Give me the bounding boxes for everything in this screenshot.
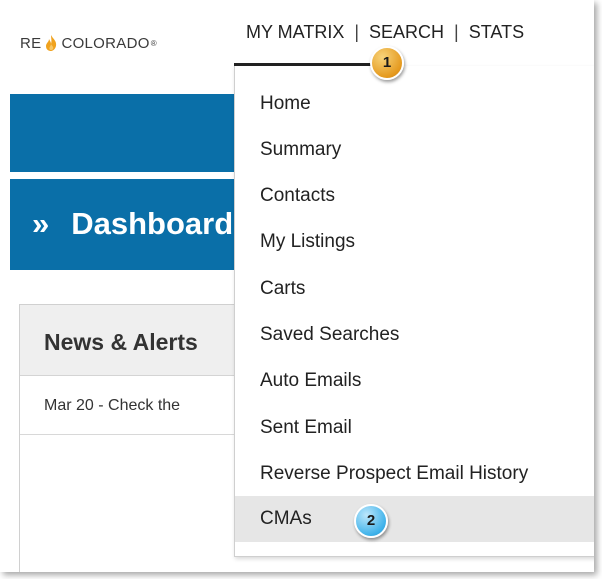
registered-mark: ® — [150, 38, 157, 48]
callout-badge-2: 2 — [354, 504, 388, 538]
menu-item-home[interactable]: Home — [235, 85, 594, 123]
page-title: » Dashboard — [32, 206, 233, 242]
chevron-icon: » — [32, 206, 50, 241]
flame-icon — [46, 35, 57, 51]
logo-text-colorado: COLORADO — [61, 34, 150, 52]
logo-text-re: RE — [20, 34, 42, 52]
menu-item-my-listings[interactable]: My Listings — [235, 223, 594, 261]
nav-separator: | — [454, 22, 459, 42]
menu-item-carts[interactable]: Carts — [235, 270, 594, 308]
recolorado-logo[interactable]: RE COLORADO ® — [20, 33, 157, 53]
nav-separator: | — [354, 22, 360, 42]
nav-my-matrix[interactable]: MY MATRIX — [246, 22, 344, 43]
menu-item-saved-searches[interactable]: Saved Searches — [235, 316, 594, 354]
callout-badge-1: 1 — [370, 46, 404, 80]
menu-item-sent-email[interactable]: Sent Email — [235, 409, 594, 447]
menu-item-reverse-prospect-email-history[interactable]: Reverse Prospect Email History — [235, 455, 594, 493]
my-matrix-dropdown: Home Summary Contacts My Listings Carts … — [234, 66, 594, 557]
nav-stats[interactable]: STATS — [469, 22, 524, 43]
screenshot-frame: RE COLORADO ® MY MATRIX | SEARCH | STATS… — [0, 0, 594, 572]
menu-item-cmas[interactable]: CMAs — [235, 496, 594, 542]
dashboard-title: Dashboard — [71, 206, 234, 241]
nav-search[interactable]: SEARCH — [369, 22, 444, 43]
news-item-text[interactable]: Mar 20 - Check the — [44, 397, 180, 415]
news-panel-title: News & Alerts — [44, 329, 198, 355]
menu-item-summary[interactable]: Summary — [235, 131, 594, 169]
menu-item-contacts[interactable]: Contacts — [235, 177, 594, 215]
menu-item-auto-emails[interactable]: Auto Emails — [235, 362, 594, 400]
top-navigation: MY MATRIX | SEARCH | STATS — [246, 22, 524, 43]
